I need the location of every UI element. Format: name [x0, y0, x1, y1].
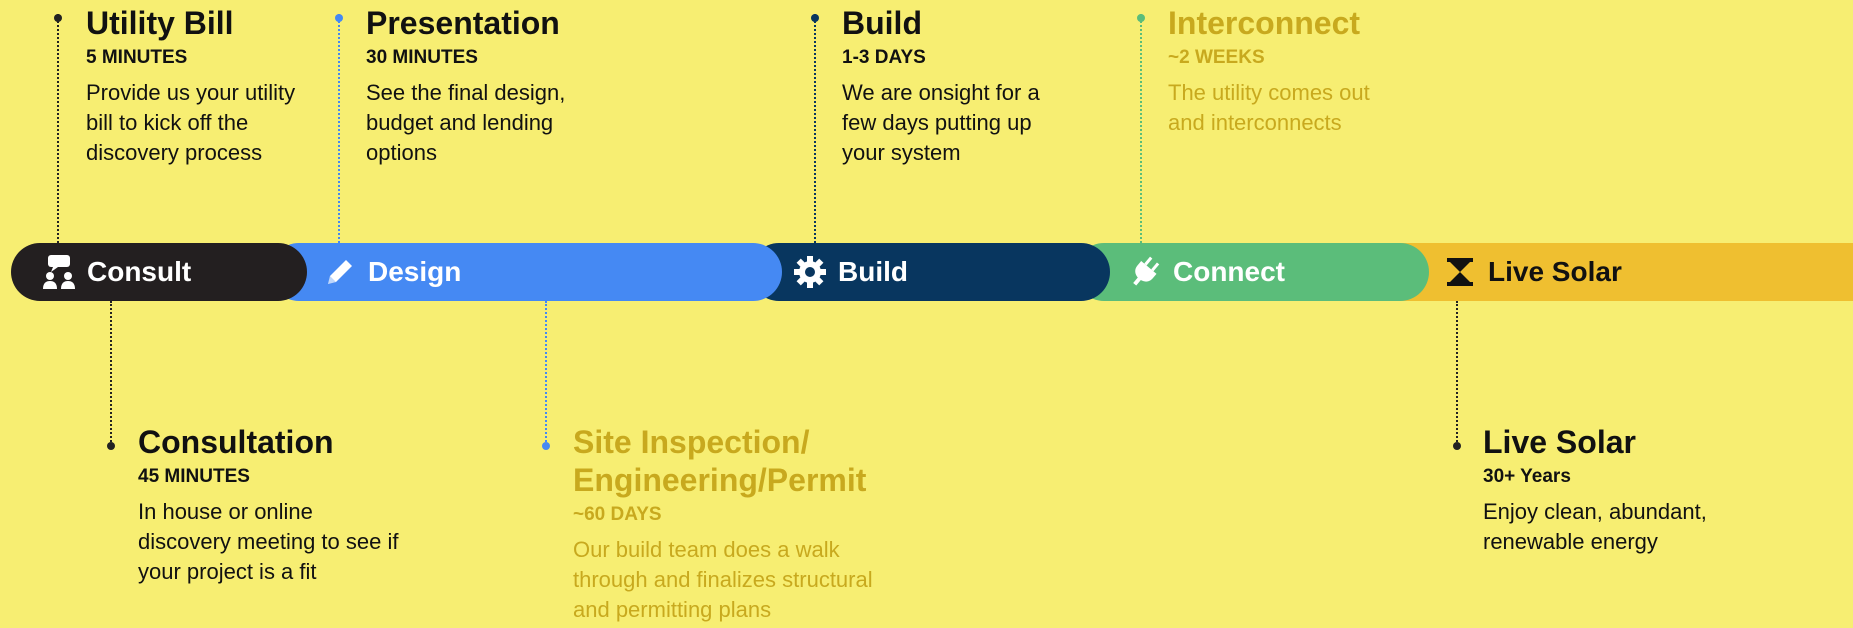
phase-design: Design — [270, 243, 782, 301]
step-utility-bill: Utility Bill 5 MINUTES Provide us your u… — [86, 4, 326, 168]
plug-icon — [1125, 252, 1165, 292]
connector-dot-utility-bill — [54, 14, 62, 22]
connector-build — [814, 14, 816, 243]
step-presentation: Presentation 30 MINUTES See the final de… — [366, 4, 606, 168]
connector-presentation — [338, 14, 340, 243]
step-title: Interconnect — [1168, 5, 1361, 41]
step-duration: ~2 WEEKS — [1168, 47, 1265, 68]
step-description: Our build team does a walk through and f… — [573, 537, 873, 622]
phase-label: Connect — [1173, 256, 1285, 287]
step-description: In house or online discovery meeting to … — [138, 499, 399, 584]
step-title: Build — [842, 5, 922, 41]
connector-dot-presentation — [335, 14, 343, 22]
phase-consult: Consult — [11, 243, 307, 301]
phase-label: Consult — [87, 256, 192, 287]
phase-label: Build — [838, 256, 908, 287]
connector-dot-consultation — [107, 442, 115, 450]
connector-live-solar — [1456, 301, 1458, 446]
step-consultation: Consultation 45 MINUTES In house or onli… — [138, 423, 408, 587]
step-title: Live Solar — [1483, 424, 1636, 460]
phase-bar: Live Solar Connect Build Design Consult — [0, 243, 1853, 301]
gear-icon — [790, 252, 830, 292]
step-duration: 1-3 DAYS — [842, 47, 926, 68]
connector-dot-interconnect — [1137, 14, 1145, 22]
step-description: See the final design, budget and lending… — [366, 80, 566, 165]
step-interconnect: Interconnect ~2 WEEKS The utility comes … — [1168, 4, 1398, 138]
connector-interconnect — [1140, 14, 1142, 243]
step-duration: 30 MINUTES — [366, 47, 478, 68]
step-duration: 45 MINUTES — [138, 466, 250, 487]
pencil-icon — [320, 252, 360, 292]
step-description: Enjoy clean, abundant, renewable energy — [1483, 499, 1707, 554]
phase-build: Build — [750, 243, 1110, 301]
step-description: We are onsight for a few days putting up… — [842, 80, 1040, 165]
step-title: Utility Bill — [86, 5, 234, 41]
connector-dot-site-inspection — [542, 442, 550, 450]
phase-connect: Connect — [1075, 243, 1429, 301]
connector-utility-bill — [57, 14, 59, 243]
hourglass-icon — [1440, 252, 1480, 292]
connector-dot-build — [811, 14, 819, 22]
step-duration: ~60 DAYS — [573, 504, 662, 525]
step-duration: 5 MINUTES — [86, 47, 188, 68]
step-description: The utility comes out and interconnects — [1168, 80, 1370, 135]
step-build: Build 1-3 DAYS We are onsight for a few … — [842, 4, 1072, 168]
phase-label: Design — [368, 256, 462, 287]
consult-people-icon — [39, 252, 79, 292]
connector-consultation — [110, 301, 112, 446]
step-site-inspection: Site Inspection/ Engineering/Permit ~60 … — [573, 423, 903, 625]
phase-label: Live Solar — [1488, 256, 1622, 287]
step-description: Provide us your utility bill to kick off… — [86, 80, 296, 165]
step-live-solar: Live Solar 30+ Years Enjoy clean, abunda… — [1483, 423, 1753, 557]
step-title: Consultation — [138, 424, 334, 460]
step-duration: 30+ Years — [1483, 466, 1571, 487]
connector-site-inspection — [545, 301, 547, 446]
step-title: Site Inspection/ Engineering/Permit — [573, 424, 867, 498]
connector-dot-live-solar — [1453, 442, 1461, 450]
step-title: Presentation — [366, 5, 560, 41]
